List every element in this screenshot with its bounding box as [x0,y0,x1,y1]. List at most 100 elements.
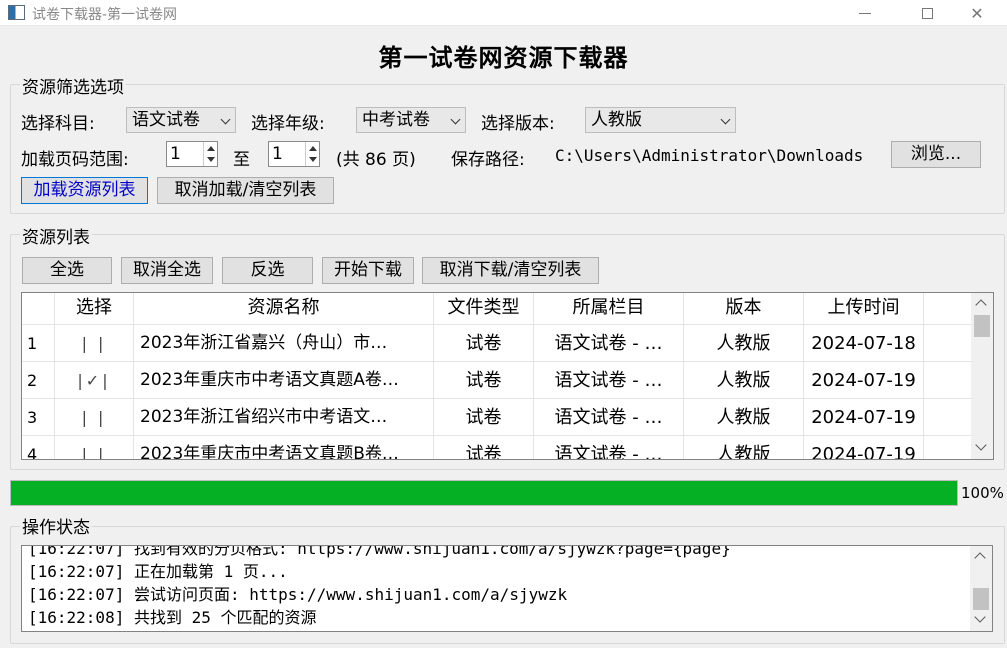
row-category: 语文试卷 - … [534,436,684,459]
row-type: 试卷 [434,436,534,459]
chevron-down-icon [720,114,731,125]
row-version: 人教版 [684,399,804,436]
scroll-up-icon[interactable] [975,299,987,311]
version-select[interactable]: 人教版 [585,107,736,133]
column-header-date[interactable]: 上传时间 [804,293,924,324]
close-button[interactable]: ✕ [954,0,1000,26]
log-lines: [16:22:07] 找到有效的分页格式: https://www.shijua… [28,545,968,629]
row-checkbox[interactable]: | | [55,399,134,436]
row-index: 1 [22,325,55,362]
checkbox-icon: | | [81,445,107,460]
checkbox-icon: | | [81,408,107,427]
subject-select[interactable]: 语文试卷 [126,107,236,133]
log-line: [16:22:07] 正在加载第 1 页... [28,562,288,581]
scroll-up-icon[interactable] [974,552,986,564]
log-line: [16:22:08] 共找到 25 个匹配的资源 [28,608,317,627]
progress-bar [10,480,958,506]
minimize-icon [859,12,871,14]
row-name: 2023年浙江省绍兴市中考语文… [134,399,434,436]
row-type: 试卷 [434,325,534,362]
table-row[interactable]: 3 | | 2023年浙江省绍兴市中考语文… 试卷 语文试卷 - … 人教版 2… [22,398,972,436]
column-header-category[interactable]: 所属栏目 [534,293,684,324]
column-header-type[interactable]: 文件类型 [434,293,534,324]
resource-group-label: 资源列表 [20,223,92,248]
column-header-name[interactable]: 资源名称 [134,293,434,324]
row-version: 人教版 [684,362,804,399]
total-pages-label: (共 86 页) [336,150,416,170]
grade-label: 选择年级: [251,114,325,134]
cancel-download-button[interactable]: 取消下载/清空列表 [422,257,599,284]
chevron-down-icon [450,114,461,125]
log-line: [16:22:07] 尝试访问页面: https://www.shijuan1.… [28,585,568,604]
resource-table[interactable]: 选择 资源名称 文件类型 所属栏目 版本 上传时间 1 | | 2023年浙江省… [21,292,994,460]
row-type: 试卷 [434,362,534,399]
table-row[interactable]: 1 | | 2023年浙江省嘉兴（舟山）市… 试卷 语文试卷 - … 人教版 2… [22,324,972,362]
save-path-label: 保存路径: [451,150,525,170]
grade-select[interactable]: 中考试卷 [356,107,466,133]
row-index: 2 [22,362,55,399]
row-date: 2024-07-19 [804,399,924,436]
invert-selection-button[interactable]: 反选 [222,257,313,284]
row-version: 人教版 [684,436,804,459]
table-header: 选择 资源名称 文件类型 所属栏目 版本 上传时间 [22,293,972,324]
start-download-button[interactable]: 开始下载 [322,257,414,284]
close-icon: ✕ [970,3,984,23]
grade-select-value: 中考试卷 [362,110,430,130]
browse-button[interactable]: 浏览... [891,141,981,168]
spin-down-icon[interactable] [207,157,215,162]
page-from-stepper[interactable]: 1 [166,141,218,167]
row-category: 语文试卷 - … [534,362,684,399]
load-resources-button[interactable]: 加载资源列表 [21,177,148,204]
app-icon [8,5,25,20]
spin-down-icon[interactable] [309,157,317,162]
maximize-button[interactable] [904,0,950,26]
log-line: [16:22:07] 找到有效的分页格式: https://www.shijua… [28,545,731,558]
save-path-value: C:\Users\Administrator\Downloads [555,146,864,165]
select-all-button[interactable]: 全选 [22,257,112,284]
spin-up-icon[interactable] [309,146,317,151]
minimize-button[interactable] [842,0,888,26]
to-label: 至 [233,150,250,170]
status-group-label: 操作状态 [20,513,92,538]
page-title: 第一试卷网资源下载器 [378,44,629,72]
row-checkbox[interactable]: | | [55,436,134,460]
row-checkbox[interactable]: |✓| [55,362,134,399]
page-from-value: 1 [170,144,181,164]
scroll-down-icon[interactable] [974,611,986,623]
column-header-index[interactable] [22,293,55,324]
deselect-all-button[interactable]: 取消全选 [121,257,213,284]
log-scrollbar[interactable] [970,546,992,631]
table-row[interactable]: 4 | | 2023年重庆市中考语文真题B卷… 试卷 语文试卷 - … 人教版 … [22,435,972,460]
row-date: 2024-07-19 [804,436,924,459]
page-to-stepper[interactable]: 1 [268,141,320,167]
table-row[interactable]: 2 |✓| 2023年重庆市中考语文真题A卷… 试卷 语文试卷 - … 人教版 … [22,361,972,399]
progress-fill [11,481,957,505]
checkbox-icon: | | [81,334,107,353]
table-scrollbar[interactable] [971,293,993,459]
maximize-icon [921,7,933,19]
cancel-load-button[interactable]: 取消加载/清空列表 [157,177,334,204]
spin-up-icon[interactable] [207,146,215,151]
row-name: 2023年重庆市中考语文真题A卷… [134,362,434,399]
scrollbar-thumb[interactable] [973,588,989,610]
filter-group-label: 资源筛选选项 [20,73,126,98]
version-select-value: 人教版 [591,110,642,130]
row-name: 2023年浙江省嘉兴（舟山）市… [134,325,434,362]
subject-select-value: 语文试卷 [132,110,200,130]
row-type: 试卷 [434,399,534,436]
scroll-down-icon[interactable] [975,439,987,451]
page-to-value: 1 [272,144,283,164]
row-checkbox[interactable]: | | [55,325,134,362]
progress-percent: 100% [961,484,1004,502]
row-category: 语文试卷 - … [534,325,684,362]
status-log[interactable]: [16:22:07] 找到有效的分页格式: https://www.shijua… [21,545,993,632]
subject-label: 选择科目: [21,114,95,134]
scrollbar-thumb[interactable] [974,315,990,337]
row-name: 2023年重庆市中考语文真题B卷… [134,436,434,459]
page-range-label: 加载页码范围: [21,150,129,170]
window-title: 试卷下载器-第一试卷网 [32,7,178,23]
column-header-select[interactable]: 选择 [55,293,134,324]
title-bar: 试卷下载器-第一试卷网 ✕ [0,0,1007,26]
checkbox-icon: |✓| [77,371,111,390]
column-header-version[interactable]: 版本 [684,293,804,324]
